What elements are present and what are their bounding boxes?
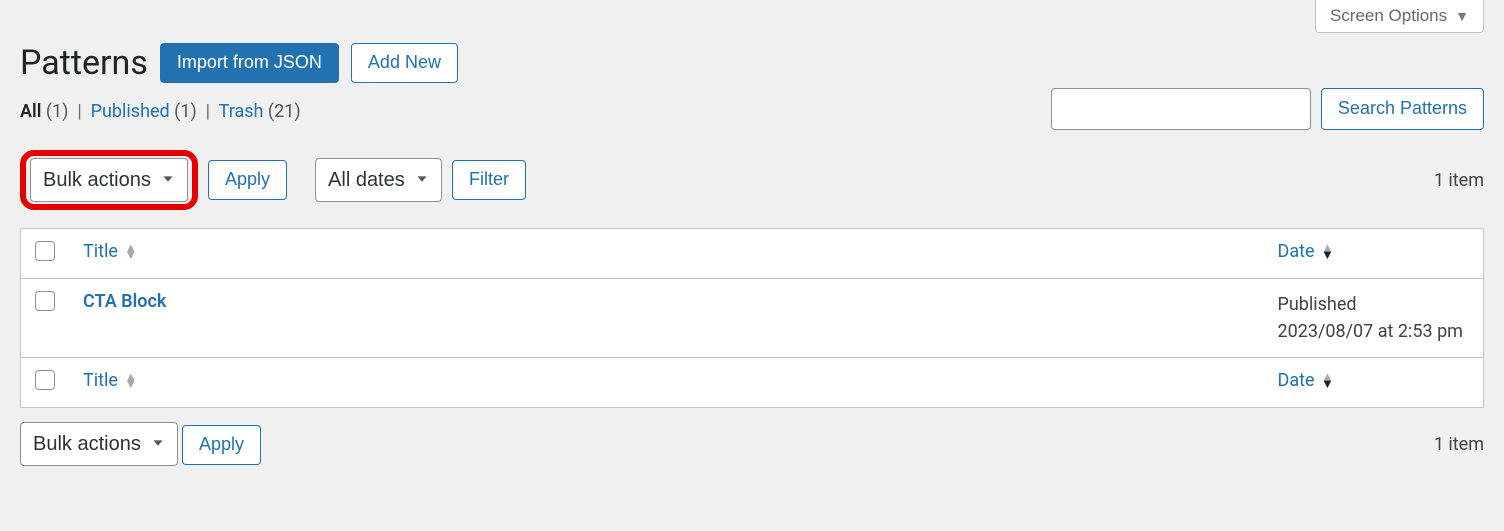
bulk-apply-button[interactable]: Apply bbox=[208, 160, 287, 200]
column-date-footer[interactable]: Date ▲▼ bbox=[1264, 358, 1484, 408]
sort-icon: ▲▼ bbox=[124, 374, 137, 388]
row-date-cell: Published 2023/08/07 at 2:53 pm bbox=[1264, 279, 1484, 358]
row-datetime: 2023/08/07 at 2:53 pm bbox=[1278, 321, 1463, 342]
bulk-actions-select-bottom[interactable]: Bulk actions bbox=[20, 422, 178, 466]
column-date-header[interactable]: Date ▲▼ bbox=[1264, 229, 1484, 279]
view-all-link[interactable]: All bbox=[20, 101, 41, 122]
row-checkbox[interactable] bbox=[35, 291, 55, 311]
column-title-header[interactable]: Title ▲▼ bbox=[69, 229, 1264, 279]
date-filter-select[interactable]: All dates bbox=[315, 158, 442, 202]
bulk-actions-highlight: Bulk actions bbox=[20, 150, 198, 210]
screen-options-label: Screen Options bbox=[1330, 6, 1447, 26]
select-all-checkbox-bottom[interactable] bbox=[35, 370, 55, 390]
row-status: Published bbox=[1278, 294, 1357, 315]
page-title: Patterns bbox=[20, 43, 148, 83]
view-trash-count: (21) bbox=[268, 101, 301, 122]
column-title-footer[interactable]: Title ▲▼ bbox=[69, 358, 1264, 408]
import-json-button[interactable]: Import from JSON bbox=[160, 43, 339, 83]
sort-icon: ▲▼ bbox=[1321, 245, 1334, 259]
search-button[interactable]: Search Patterns bbox=[1321, 88, 1484, 130]
view-all-count: (1) bbox=[46, 101, 69, 122]
caret-down-icon: ▼ bbox=[1455, 8, 1469, 24]
view-published-count: (1) bbox=[174, 101, 197, 122]
table-row: CTA Block Published 2023/08/07 at 2:53 p… bbox=[21, 279, 1484, 358]
sort-icon: ▲▼ bbox=[124, 245, 137, 259]
row-title-link[interactable]: CTA Block bbox=[83, 291, 166, 312]
patterns-table: Title ▲▼ Date ▲▼ CTA Block Published 202… bbox=[20, 228, 1484, 408]
filter-button[interactable]: Filter bbox=[452, 160, 526, 200]
items-count-bottom: 1 item bbox=[1434, 434, 1484, 455]
bulk-actions-select[interactable]: Bulk actions bbox=[30, 158, 188, 202]
screen-options-button[interactable]: Screen Options ▼ bbox=[1315, 0, 1484, 33]
select-all-checkbox-top[interactable] bbox=[35, 241, 55, 261]
items-count-top: 1 item bbox=[1434, 170, 1484, 191]
search-input[interactable] bbox=[1051, 88, 1311, 130]
add-new-button[interactable]: Add New bbox=[351, 43, 458, 83]
sort-icon: ▲▼ bbox=[1321, 374, 1334, 388]
view-trash-link[interactable]: Trash bbox=[219, 101, 264, 122]
view-published-link[interactable]: Published bbox=[91, 101, 170, 122]
bulk-apply-button-bottom[interactable]: Apply bbox=[182, 425, 261, 465]
